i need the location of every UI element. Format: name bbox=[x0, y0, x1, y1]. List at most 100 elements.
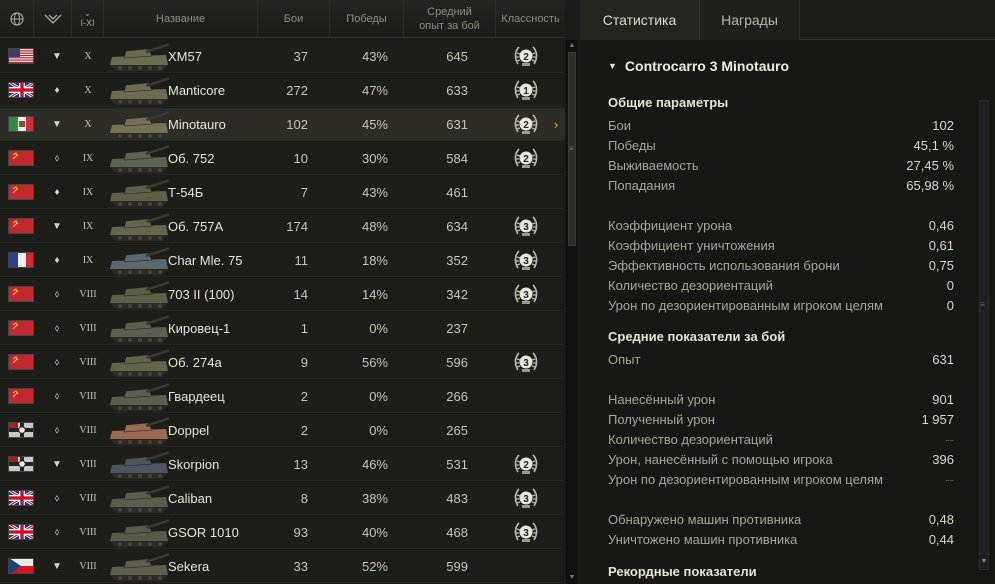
column-avg-xp-header[interactable]: Средний опыт за бой bbox=[404, 0, 496, 38]
table-row[interactable]: ▼ VIII Skorpion 13 46% 531 2 bbox=[0, 448, 565, 481]
table-row[interactable]: ♦ IX Char Mle. 75 11 18% 352 3 bbox=[0, 244, 565, 277]
table-row[interactable]: ⬨ VIII 703 II (100) 14 14% 342 3 bbox=[0, 278, 565, 311]
vehicle-type-icon: ⬨ bbox=[54, 527, 60, 538]
mastery-badge-icon bbox=[512, 550, 540, 583]
battles-count: 11 bbox=[294, 253, 309, 268]
flag-ussr-icon bbox=[8, 184, 34, 200]
scrollbar-thumb[interactable] bbox=[979, 100, 989, 570]
vehicle-type-icon: ▼ bbox=[52, 221, 62, 232]
table-row[interactable]: ♦ IX Т-54Б 7 43% 461 bbox=[0, 176, 565, 209]
tank-icon bbox=[106, 550, 172, 583]
column-mastery-header[interactable]: Классность bbox=[496, 0, 565, 38]
avg-xp: 531 bbox=[446, 457, 468, 472]
flag-ussr-icon bbox=[8, 150, 34, 166]
table-row[interactable]: ⬨ VIII Caliban 8 38% 483 3 bbox=[0, 482, 565, 515]
win-rate: 14% bbox=[361, 287, 388, 302]
stats-panel: Статистика Награды ▼ Controcarro 3 Minot… bbox=[580, 0, 995, 584]
stat-value: 0,75 bbox=[928, 257, 954, 273]
flag-germany-icon bbox=[8, 422, 34, 438]
table-row[interactable]: ▼ IX Об. 757А 174 48% 634 3 bbox=[0, 210, 565, 243]
battles-count: 2 bbox=[300, 389, 308, 404]
flag-ussr-icon bbox=[8, 320, 34, 336]
stat-value: 0 bbox=[946, 277, 954, 293]
avg-xp: 342 bbox=[446, 287, 468, 302]
stat-row: Количество дезориентаций -- bbox=[608, 429, 954, 449]
table-row[interactable]: ▼ X XM57 37 43% 645 2 bbox=[0, 40, 565, 73]
stat-value: 0 bbox=[946, 297, 954, 313]
table-scrollbar[interactable]: ▲ ≡ ▼ bbox=[566, 40, 578, 584]
stat-value: -- bbox=[945, 471, 954, 487]
mastery-level: 2 bbox=[523, 119, 529, 131]
tank-icon bbox=[106, 244, 172, 277]
table-row[interactable]: ⬨ VIII GSOR 1010 93 40% 468 3 bbox=[0, 516, 565, 549]
vehicle-rows: ▼ X XM57 37 43% 645 2 ♦ X Manticore 272 … bbox=[0, 40, 565, 584]
table-row[interactable]: ⬨ VIII Гвардеец 2 0% 266 bbox=[0, 380, 565, 413]
flag-uk-icon bbox=[8, 524, 34, 540]
mastery-badge-icon: 2 bbox=[512, 108, 540, 141]
stat-row: Количество дезориентаций 0 bbox=[608, 275, 954, 295]
vehicle-name: Caliban bbox=[168, 491, 213, 506]
stat-label: Количество дезориентаций bbox=[608, 431, 773, 447]
mastery-badge-icon bbox=[512, 312, 540, 345]
table-row[interactable]: ▼ X Minotauro 102 45% 631 2 › bbox=[0, 108, 565, 141]
column-name-header[interactable]: Название bbox=[104, 0, 258, 38]
flag-usa-icon bbox=[8, 48, 34, 64]
battles-count: 272 bbox=[286, 83, 308, 98]
scroll-down-icon[interactable]: ▼ bbox=[979, 558, 989, 568]
column-wins-header[interactable]: Победы bbox=[330, 0, 404, 38]
column-battles-header[interactable]: Бои bbox=[258, 0, 330, 38]
scroll-down-icon[interactable]: ▼ bbox=[568, 574, 576, 582]
table-row[interactable]: ⬨ VIII Кировец-1 1 0% 237 bbox=[0, 312, 565, 345]
mastery-badge-icon: 3 bbox=[512, 482, 540, 515]
battles-count: 14 bbox=[293, 287, 308, 302]
mastery-level: 2 bbox=[523, 153, 529, 165]
table-row[interactable]: ⬨ VIII Об. 274а 9 56% 596 3 bbox=[0, 346, 565, 379]
vehicle-tier: VIII bbox=[79, 323, 97, 334]
mastery-level: 3 bbox=[523, 527, 529, 539]
win-rate: 48% bbox=[361, 219, 388, 234]
mastery-badge-icon: 1 bbox=[512, 74, 540, 107]
tab-statistics[interactable]: Статистика bbox=[580, 0, 700, 40]
battles-count: 33 bbox=[293, 559, 308, 574]
stat-row: Урон по дезориентированным игроком целям… bbox=[608, 295, 954, 315]
tier-filter-header[interactable]: ⌄ I-XI bbox=[72, 0, 104, 38]
battles-count: 102 bbox=[286, 117, 308, 132]
table-row[interactable]: ▼ VIII Sekera 33 52% 599 bbox=[0, 550, 565, 583]
win-rate: 0% bbox=[369, 423, 388, 438]
stat-label: Урон, нанесённый с помощью игрока bbox=[608, 451, 833, 467]
avg-xp: 266 bbox=[446, 389, 468, 404]
stat-label: Урон по дезориентированным игроком целям bbox=[608, 471, 883, 487]
vehicle-tier: IX bbox=[82, 153, 94, 164]
avg-xp: 631 bbox=[446, 117, 468, 132]
stat-row: Урон по дезориентированным игроком целям… bbox=[608, 469, 954, 489]
vehicle-name: Skorpion bbox=[168, 457, 220, 472]
vehicle-tier: IX bbox=[82, 221, 94, 232]
vehicle-tier: VIII bbox=[79, 425, 97, 436]
vehicle-tier: VIII bbox=[79, 561, 97, 572]
table-row[interactable]: ⬨ IX Об. 752 10 30% 584 2 bbox=[0, 142, 565, 175]
vehicle-type-icon: ⬨ bbox=[54, 493, 60, 504]
globe-icon[interactable] bbox=[0, 0, 34, 38]
stat-row: Коэффициент уничтожения 0,61 bbox=[608, 235, 954, 255]
vehicle-name: Minotauro bbox=[168, 117, 226, 132]
vehicle-title[interactable]: ▼ Controcarro 3 Minotauro bbox=[608, 58, 789, 74]
vehicle-title-text: Controcarro 3 Minotauro bbox=[624, 58, 790, 74]
tab-awards[interactable]: Награды bbox=[700, 0, 800, 40]
flag-ussr-icon bbox=[8, 388, 34, 404]
vehicle-name: Manticore bbox=[168, 83, 226, 98]
tank-icon bbox=[106, 74, 172, 107]
battles-count: 8 bbox=[300, 491, 308, 506]
vehicle-tier: VIII bbox=[79, 527, 97, 538]
scroll-up-icon[interactable]: ▲ bbox=[568, 42, 576, 50]
table-row[interactable]: ⬨ VIII Doppel 2 0% 265 bbox=[0, 414, 565, 447]
table-row[interactable]: ♦ X Manticore 272 47% 633 1 bbox=[0, 74, 565, 107]
tank-icon bbox=[106, 380, 172, 413]
panel-scrollbar[interactable]: ≡ ▼ bbox=[978, 100, 990, 570]
vehicle-name: 703 II (100) bbox=[168, 287, 235, 302]
tank-icon bbox=[106, 176, 172, 209]
vehicle-tier: VIII bbox=[79, 289, 97, 300]
avg-xp: 599 bbox=[446, 559, 468, 574]
flag-france-icon bbox=[8, 252, 34, 268]
tank-icon bbox=[106, 142, 172, 175]
vehicle-class-filter-icon[interactable] bbox=[34, 0, 72, 38]
